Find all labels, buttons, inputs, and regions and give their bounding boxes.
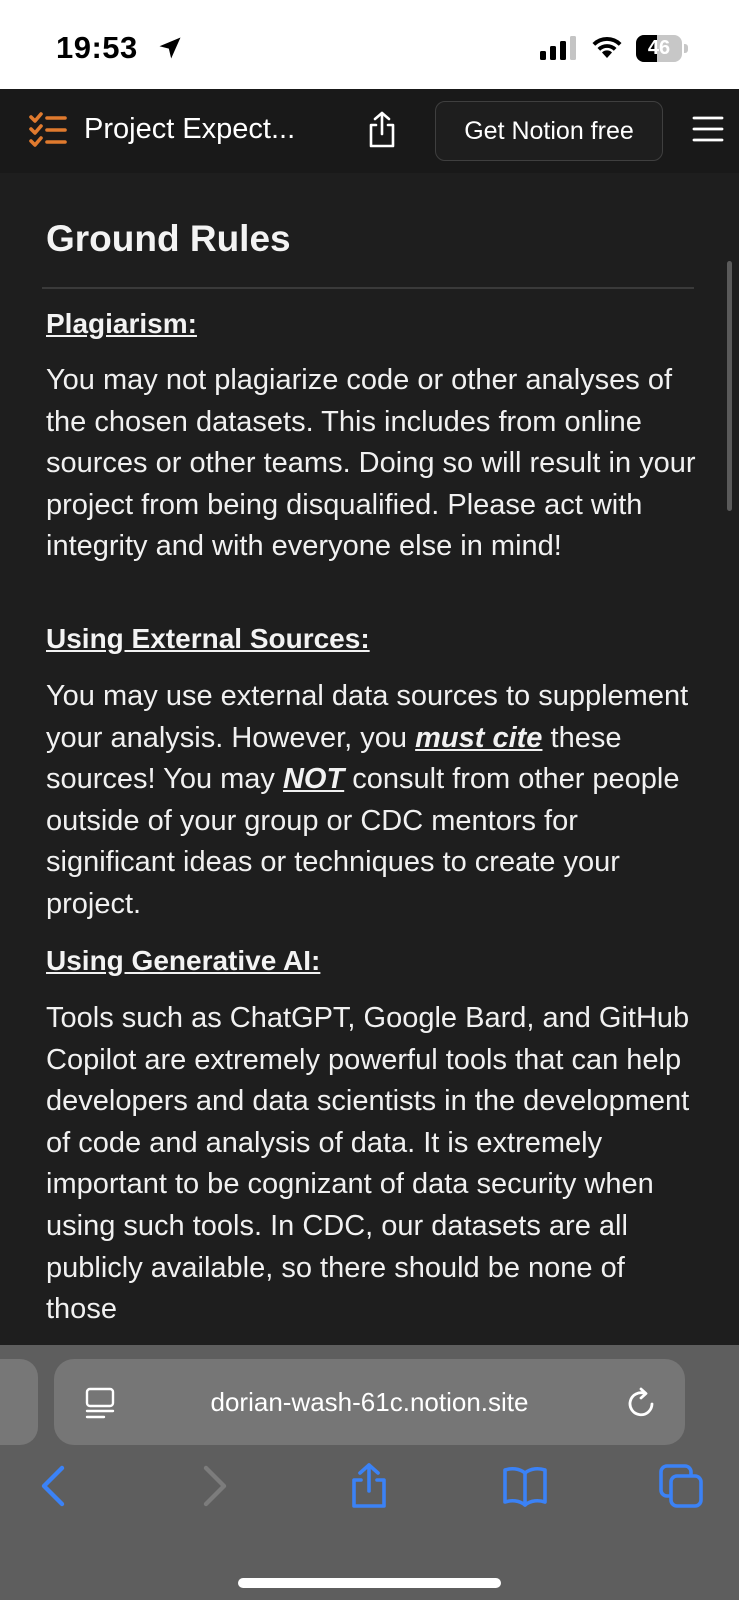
cellular-signal-icon	[540, 36, 576, 60]
share-icon[interactable]	[346, 1463, 392, 1509]
wifi-icon	[592, 36, 622, 58]
subheading-plagiarism: Plagiarism:	[46, 308, 197, 339]
paragraph-plagiarism: You may not plagiarize code or other ana…	[46, 364, 696, 563]
battery-indicator: 46	[636, 35, 688, 62]
page-title[interactable]: Project Expect...	[84, 113, 295, 146]
subheading-generative-ai: Using Generative AI:	[46, 945, 321, 976]
home-indicator[interactable]	[238, 1578, 501, 1588]
status-bar: 19:53 46	[0, 0, 739, 89]
checklist-icon	[29, 112, 67, 147]
battery-percent: 46	[647, 37, 671, 59]
paragraph-external-sources: You may use external data sources to sup…	[46, 680, 689, 920]
previous-tab-preview[interactable]	[0, 1359, 38, 1445]
screen: 19:53 46 Project Expect... Get Notion fr…	[0, 0, 739, 1600]
reload-icon[interactable]	[626, 1386, 658, 1420]
paragraph-generative-ai: Tools such as ChatGPT, Google Bard, and …	[46, 1002, 690, 1326]
section-heading: Ground Rules	[46, 218, 291, 259]
get-notion-free-button[interactable]: Get Notion free	[435, 101, 663, 161]
menu-icon[interactable]	[692, 115, 724, 143]
notion-header: Project Expect... Get Notion free	[0, 89, 739, 173]
safari-bottom-bar: dorian-wash-61c.notion.site	[0, 1345, 739, 1600]
page-content[interactable]: Ground Rules Plagiarism: You may not pla…	[0, 173, 739, 1345]
tabs-icon[interactable]	[658, 1463, 704, 1509]
share-icon[interactable]	[366, 111, 398, 149]
page-menu-icon[interactable]	[84, 1387, 116, 1419]
scrollbar[interactable]	[727, 261, 732, 511]
emphasis-not: NOT	[282, 763, 345, 796]
subheading-external-sources: Using External Sources:	[46, 623, 370, 654]
url-text[interactable]: dorian-wash-61c.notion.site	[54, 1359, 685, 1445]
emphasis-must-cite: must cite	[415, 721, 543, 754]
bookmarks-icon[interactable]	[502, 1463, 548, 1509]
divider	[42, 287, 694, 289]
status-time: 19:53	[56, 30, 138, 65]
back-icon[interactable]	[32, 1463, 78, 1509]
forward-icon[interactable]	[190, 1463, 236, 1509]
address-bar[interactable]: dorian-wash-61c.notion.site	[54, 1359, 685, 1445]
location-arrow-icon	[159, 37, 181, 59]
